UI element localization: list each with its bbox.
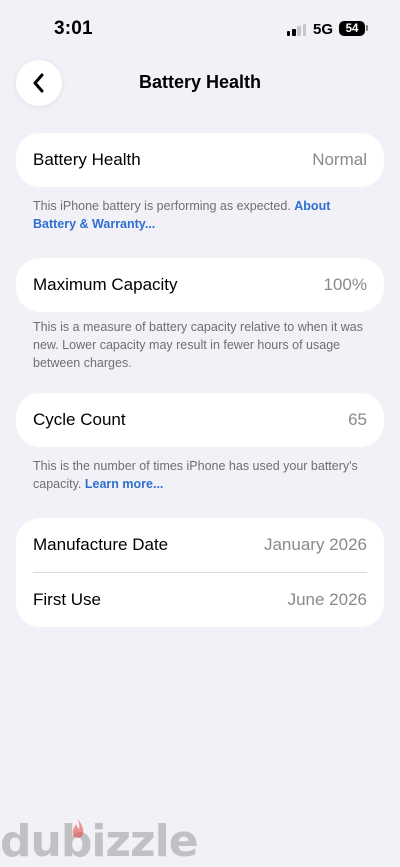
maximum-capacity-card: Maximum Capacity 100% (16, 258, 384, 312)
manufacture-date-label: Manufacture Date (33, 535, 169, 554)
network-type-label: 5G (313, 21, 334, 38)
page-title: Battery Health (138, 72, 262, 92)
status-bar: 3:01 5G 54 (0, 0, 400, 60)
learn-more-link[interactable]: Learn more... (85, 477, 164, 491)
first-use-value: June 2026 (287, 590, 367, 609)
dubizzle-watermark: dubizzle (0, 812, 199, 867)
cycle-count-card: Cycle Count 65 (16, 393, 384, 447)
maximum-capacity-label: Maximum Capacity (33, 275, 178, 294)
first-use-label: First Use (33, 590, 101, 609)
battery-health-label: Battery Health (33, 150, 141, 169)
cellular-signal-icon (287, 22, 307, 36)
battery-health-note-text: This iPhone battery is performing as exp… (33, 199, 291, 213)
cycle-count-value: 65 (348, 410, 367, 429)
manufacture-date-value: January 2026 (263, 535, 367, 554)
battery-icon: 54 (339, 21, 365, 36)
manufacture-date-row: Manufacture Date January 2026 (16, 518, 384, 572)
cycle-count-row: Cycle Count 65 (16, 393, 384, 447)
maximum-capacity-row: Maximum Capacity 100% (16, 258, 384, 312)
cycle-count-note-text: This is the number of times iPhone has u… (33, 459, 358, 491)
battery-health-value: Normal (312, 150, 367, 169)
watermark-text: dubizzle (0, 816, 199, 867)
battery-health-card: Battery Health Normal (16, 133, 384, 187)
dates-card: Manufacture Date January 2026 First Use … (16, 518, 384, 627)
cycle-count-note: This is the number of times iPhone has u… (33, 457, 368, 493)
battery-health-row[interactable]: Battery Health Normal (16, 133, 384, 187)
maximum-capacity-note-text: This is a measure of battery capacity re… (33, 320, 364, 370)
maximum-capacity-value: 100% (323, 275, 367, 294)
battery-level-label: 54 (345, 22, 359, 35)
maximum-capacity-note: This is a measure of battery capacity re… (33, 318, 368, 372)
battery-health-note: This iPhone battery is performing as exp… (33, 197, 368, 233)
flame-icon (72, 819, 84, 838)
first-use-row: First Use June 2026 (16, 573, 384, 627)
cycle-count-label: Cycle Count (33, 410, 126, 429)
status-time: 3:01 (54, 18, 93, 39)
battery-tip (366, 25, 368, 31)
